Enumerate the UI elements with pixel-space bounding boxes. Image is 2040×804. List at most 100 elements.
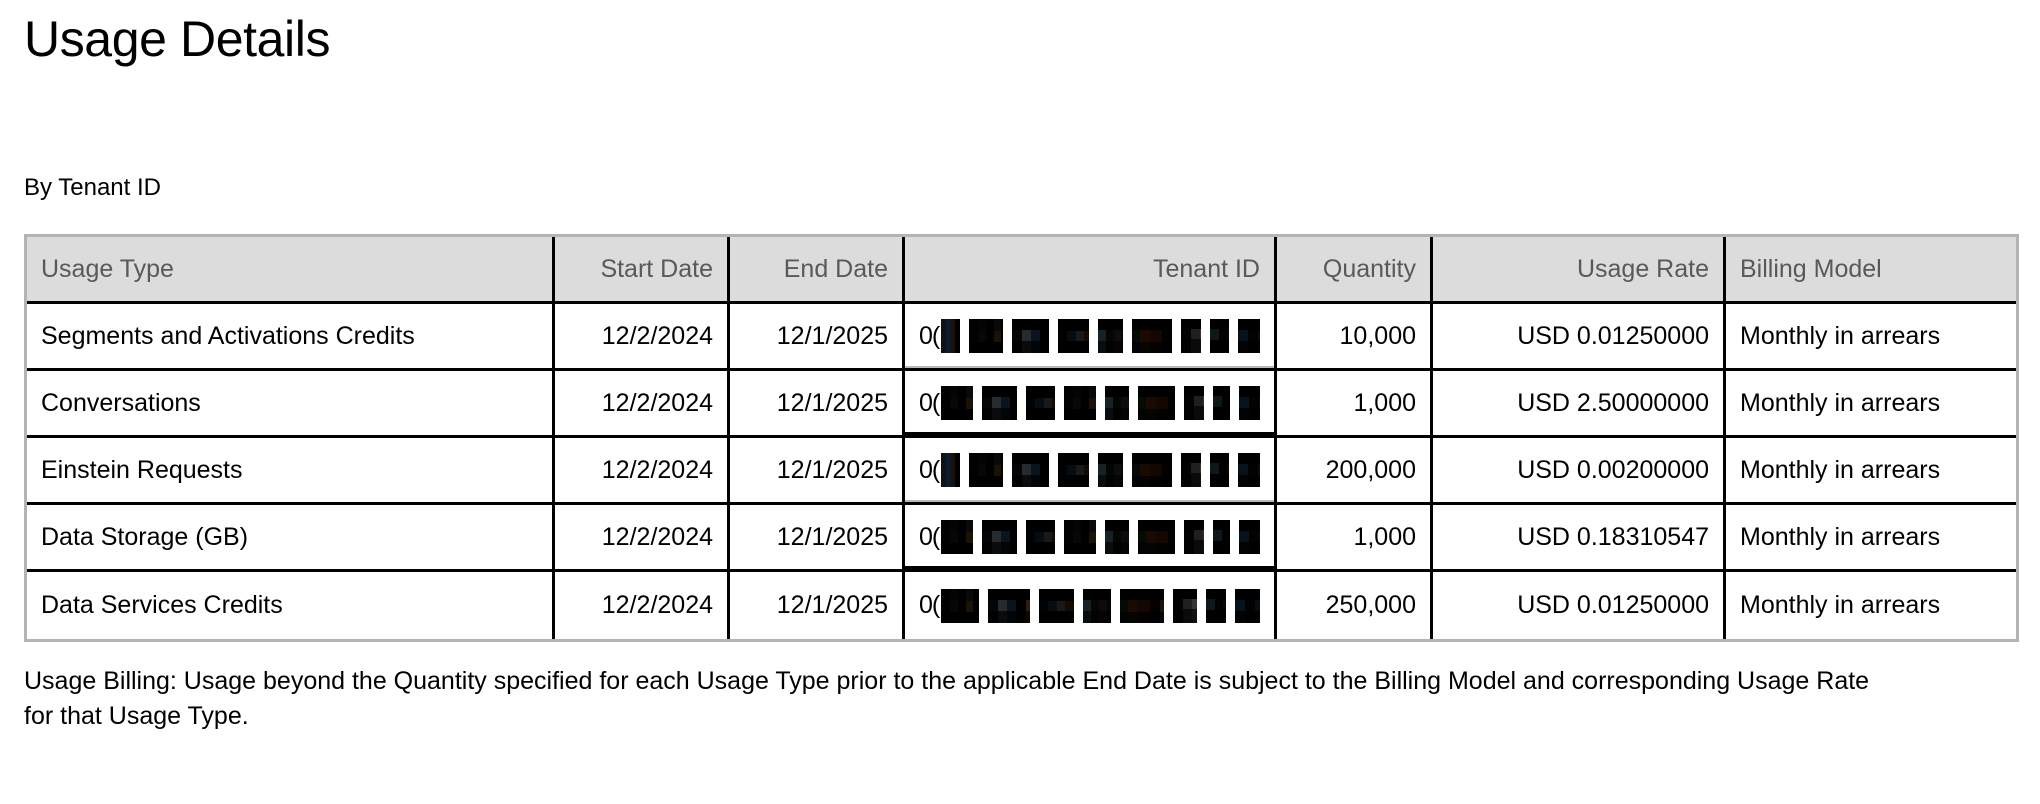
pixelation-block bbox=[941, 319, 960, 353]
pixelation-block bbox=[1180, 319, 1202, 353]
cell-usage-rate: USD 0.01250000 bbox=[1433, 304, 1726, 371]
pixelation-block bbox=[1132, 319, 1172, 353]
cell-quantity: 10,000 bbox=[1277, 304, 1433, 371]
cell-end-date: 12/1/2025 bbox=[730, 572, 905, 639]
tenant-id-visible-prefix: 0( bbox=[919, 321, 940, 350]
pixelation-block bbox=[1184, 520, 1204, 554]
redacted-tenant-id: 0( bbox=[919, 505, 1260, 569]
cell-billing-model: Monthly in arrears bbox=[1726, 505, 2016, 572]
cell-quantity: 1,000 bbox=[1277, 371, 1433, 438]
tenant-id-visible-prefix: 0( bbox=[918, 591, 940, 619]
table-row: Conversations 12/2/2024 12/1/2025 0(1,0… bbox=[27, 371, 2016, 438]
pixelation-block bbox=[1039, 588, 1074, 623]
cell-billing-model: Monthly in arrears bbox=[1726, 371, 2016, 438]
redacted-tenant-id: 0( bbox=[919, 438, 1260, 502]
cell-billing-model: Monthly in arrears bbox=[1726, 304, 2016, 371]
pixelation-block bbox=[1132, 453, 1172, 487]
pixelation-block bbox=[1210, 319, 1230, 353]
section-subtitle: By Tenant ID bbox=[24, 174, 161, 201]
usage-table-container: Usage Type Start Date End Date Tenant ID… bbox=[24, 234, 2019, 642]
cell-end-date: 12/1/2025 bbox=[730, 505, 905, 572]
column-header-start-date[interactable]: Start Date bbox=[555, 237, 730, 304]
pixelation-block bbox=[941, 520, 974, 554]
redacted-tenant-id: 0( bbox=[919, 371, 1260, 435]
pixelation-block bbox=[1138, 386, 1176, 420]
pixelation-block bbox=[1026, 386, 1056, 420]
column-header-tenant-id[interactable]: Tenant ID bbox=[905, 237, 1277, 304]
cell-tenant-id-redacted: 0( bbox=[905, 304, 1277, 371]
table-header: Usage Type Start Date End Date Tenant ID… bbox=[27, 237, 2016, 304]
pixelation-block bbox=[1097, 453, 1124, 487]
page-title: Usage Details bbox=[24, 11, 331, 67]
table-row: Einstein Requests 12/2/2024 12/1/2025 0( bbox=[27, 438, 2016, 505]
pixelation-block bbox=[968, 453, 1003, 487]
cell-billing-model: Monthly in arrears bbox=[1726, 438, 2016, 505]
cell-quantity: 1,000 bbox=[1277, 505, 1433, 572]
pixelation-block bbox=[1212, 386, 1231, 420]
cell-usage-type: Einstein Requests bbox=[27, 438, 555, 505]
pixelation-block bbox=[1180, 453, 1202, 487]
column-header-billing-model[interactable]: Billing Model bbox=[1726, 237, 2016, 304]
cell-billing-model: Monthly in arrears bbox=[1726, 572, 2016, 639]
pixelation-block bbox=[1119, 588, 1165, 623]
cell-tenant-id-redacted: 0( bbox=[905, 438, 1277, 505]
cell-usage-rate: USD 0.01250000 bbox=[1433, 572, 1726, 639]
pixelation-block bbox=[1239, 386, 1260, 420]
pixelation-block bbox=[1138, 520, 1176, 554]
pixelation-block bbox=[982, 386, 1018, 420]
pixelation-block bbox=[1064, 386, 1097, 420]
tenant-id-visible-prefix: 0( bbox=[919, 522, 940, 551]
cell-quantity: 250,000 bbox=[1277, 572, 1433, 639]
pixelation-block bbox=[1105, 520, 1129, 554]
tenant-id-visible-prefix: 0( bbox=[919, 388, 940, 417]
pixelation-block bbox=[1235, 588, 1260, 623]
usage-details-table: Usage Type Start Date End Date Tenant ID… bbox=[24, 234, 2019, 642]
cell-quantity: 200,000 bbox=[1277, 438, 1433, 505]
pixelation-block bbox=[1058, 319, 1089, 353]
pixelation-block bbox=[1173, 588, 1197, 623]
pixelation-block bbox=[1239, 520, 1260, 554]
column-header-usage-type[interactable]: Usage Type bbox=[27, 237, 555, 304]
pixelation-block bbox=[968, 319, 1003, 353]
pixelation-block bbox=[1011, 453, 1050, 487]
column-header-end-date[interactable]: End Date bbox=[730, 237, 905, 304]
pixelation-block bbox=[988, 588, 1031, 623]
pixelation-block bbox=[1105, 386, 1129, 420]
table-row: Data Storage (GB) 12/2/2024 12/1/2025 0( bbox=[27, 505, 2016, 572]
table-body: Segments and Activations Credits 12/2/20… bbox=[27, 304, 2016, 639]
cell-usage-type: Data Services Credits bbox=[27, 572, 555, 639]
cell-usage-rate: USD 0.00200000 bbox=[1433, 438, 1726, 505]
cell-usage-type: Conversations bbox=[27, 371, 555, 438]
pixelation-block bbox=[1058, 453, 1089, 487]
pixelation-block bbox=[1011, 319, 1050, 353]
usage-billing-footnote: Usage Billing: Usage beyond the Quantity… bbox=[24, 667, 1870, 730]
pixelation-block bbox=[1184, 386, 1204, 420]
pixelation-block bbox=[1205, 588, 1227, 623]
cell-start-date: 12/2/2024 bbox=[555, 371, 730, 438]
cell-usage-type: Segments and Activations Credits bbox=[27, 304, 555, 371]
redacted-tenant-id: 0( bbox=[919, 304, 1260, 368]
pixelation-block bbox=[1238, 453, 1260, 487]
pixelation-block bbox=[1212, 520, 1231, 554]
table-header-row: Usage Type Start Date End Date Tenant ID… bbox=[27, 237, 2016, 304]
pixelation-block bbox=[1082, 588, 1111, 623]
column-header-usage-rate[interactable]: Usage Rate bbox=[1433, 237, 1726, 304]
cell-end-date: 12/1/2025 bbox=[730, 438, 905, 505]
cell-usage-type: Data Storage (GB) bbox=[27, 505, 555, 572]
pixelation-block bbox=[982, 520, 1018, 554]
pixelation-block bbox=[941, 386, 974, 420]
column-header-quantity[interactable]: Quantity bbox=[1277, 237, 1433, 304]
redacted-tenant-id: 0( bbox=[919, 572, 1260, 639]
cell-tenant-id-redacted: 0( bbox=[905, 505, 1277, 572]
cell-usage-rate: USD 2.50000000 bbox=[1433, 371, 1726, 438]
pixelation-block bbox=[1210, 453, 1230, 487]
cell-end-date: 12/1/2025 bbox=[730, 371, 905, 438]
cell-start-date: 12/2/2024 bbox=[555, 505, 730, 572]
cell-start-date: 12/2/2024 bbox=[555, 304, 730, 371]
usage-details-page: Usage Details By Tenant ID Usage Type St… bbox=[0, 0, 2040, 804]
table-row: Data Services Credits 12/2/2024 12/1/202… bbox=[27, 572, 2016, 639]
pixelation-block bbox=[1097, 319, 1124, 353]
pixelation-block bbox=[1026, 520, 1056, 554]
cell-usage-rate: USD 0.18310547 bbox=[1433, 505, 1726, 572]
cell-tenant-id-redacted: 0( bbox=[905, 371, 1277, 438]
